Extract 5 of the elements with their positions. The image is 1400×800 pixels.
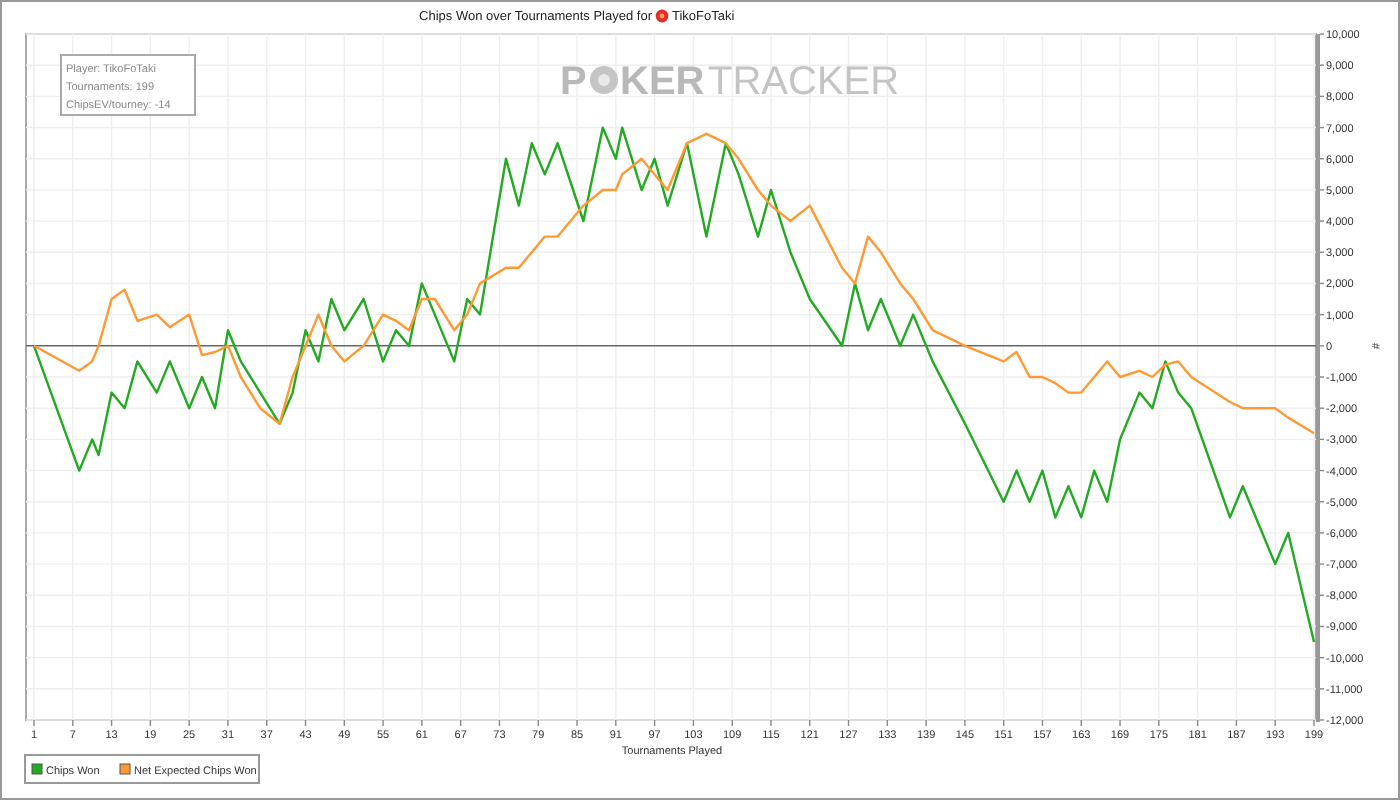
watermark-logo: KER (620, 60, 705, 104)
info-panel (60, 54, 196, 116)
poker-chip-icon (655, 9, 669, 23)
watermark-logo: TRACKER (708, 60, 900, 104)
watermark-logo: P (560, 60, 587, 104)
